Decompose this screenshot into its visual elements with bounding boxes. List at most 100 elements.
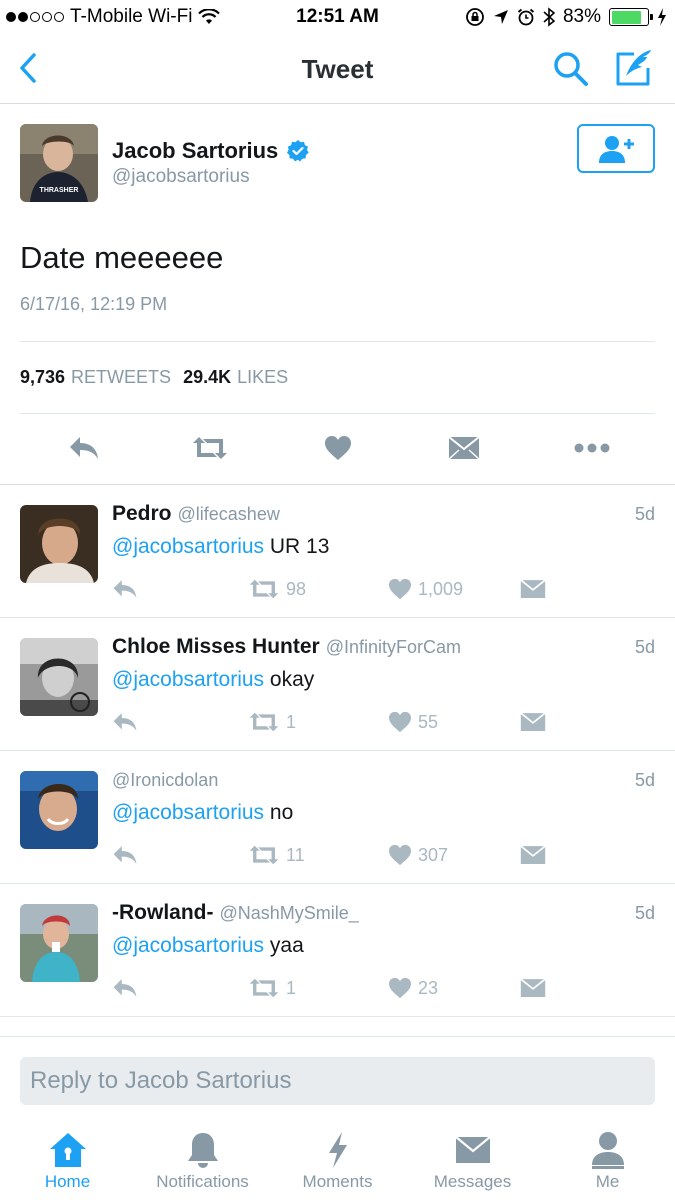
direct-message-button[interactable] xyxy=(520,974,546,1002)
lightning-icon xyxy=(328,1132,347,1168)
retweet-icon xyxy=(249,845,279,865)
avatar[interactable] xyxy=(20,505,98,583)
retweet-count: 1 xyxy=(286,977,297,998)
reply-author-name[interactable]: Pedro xyxy=(112,502,172,525)
direct-message-button[interactable] xyxy=(444,430,484,466)
reply-tweet[interactable]: Pedro @lifecashew 5d @jacobsartorius UR 13 9… xyxy=(0,485,675,618)
like-icon xyxy=(389,578,411,600)
verified-badge-icon xyxy=(287,140,309,162)
svg-text:THRASHER: THRASHER xyxy=(40,187,79,194)
reply-button[interactable] xyxy=(112,841,138,869)
battery-fill xyxy=(611,10,641,24)
retweet-count: 11 xyxy=(286,844,305,865)
tab-moments[interactable]: Moments xyxy=(270,1130,405,1198)
retweet-button[interactable]: 98 xyxy=(248,575,306,603)
retweets-stat[interactable]: 9,736 RETWEETS xyxy=(20,367,171,388)
mention-link[interactable]: @jacobsartorius xyxy=(112,535,264,558)
rotation-lock-icon xyxy=(466,8,484,26)
location-icon xyxy=(493,10,508,24)
home-icon xyxy=(49,1133,86,1167)
mention-link[interactable]: @jacobsartorius xyxy=(112,934,264,957)
reply-author-handle[interactable]: @NashMySmile_ xyxy=(219,903,358,923)
reply-age: 5d xyxy=(634,770,655,790)
mention-link[interactable]: @jacobsartorius xyxy=(112,801,264,824)
reply-author-name[interactable]: Chloe Misses Hunter xyxy=(112,635,320,658)
tab-messages[interactable]: Messages xyxy=(405,1130,540,1198)
divider xyxy=(20,341,655,342)
tab-bar: Home Notifications Moments Messages Me xyxy=(0,1120,675,1200)
like-icon xyxy=(389,844,411,866)
divider xyxy=(20,413,655,414)
like-count: 23 xyxy=(418,977,439,998)
direct-message-button[interactable] xyxy=(520,708,546,736)
reply-tweet[interactable]: -Rowland- @NashMySmile_ 5d @jacobsartorius … xyxy=(0,884,675,1017)
bell-icon xyxy=(187,1133,218,1168)
reply-icon xyxy=(70,437,98,459)
like-count: 307 xyxy=(418,844,449,865)
reply-icon xyxy=(113,713,137,731)
avatar[interactable] xyxy=(20,638,98,716)
tab-label: Messages xyxy=(433,1172,512,1191)
mention-link[interactable]: @jacobsartorius xyxy=(112,668,264,691)
like-count: 1,009 xyxy=(418,578,464,599)
envelope-icon xyxy=(454,1136,491,1163)
compose-icon[interactable] xyxy=(612,48,654,88)
avatar[interactable] xyxy=(20,904,98,982)
retweet-icon xyxy=(249,712,279,732)
direct-message-icon xyxy=(520,579,546,598)
reply-text: @jacobsartorius yaa xyxy=(112,934,304,958)
reply-button[interactable] xyxy=(112,708,138,736)
like-button[interactable]: 55 xyxy=(388,708,438,736)
reply-icon xyxy=(113,846,137,864)
tweet-text: Date meeeeee xyxy=(20,240,224,275)
more-button[interactable] xyxy=(572,430,612,466)
reply-text-content: okay xyxy=(269,668,315,691)
like-button[interactable]: 23 xyxy=(388,974,438,1002)
author-handle[interactable]: @jacobsartorius xyxy=(112,166,250,188)
avatar[interactable] xyxy=(20,771,98,849)
like-icon xyxy=(389,711,411,733)
direct-message-button[interactable] xyxy=(520,575,546,603)
reply-input[interactable] xyxy=(20,1057,655,1105)
direct-message-icon xyxy=(520,712,546,731)
reply-text: @jacobsartorius UR 13 xyxy=(112,535,329,559)
tab-notifications[interactable]: Notifications xyxy=(135,1130,270,1198)
reply-header: Chloe Misses Hunter @InfinityForCam xyxy=(112,635,461,659)
retweet-button[interactable]: 11 xyxy=(248,841,305,869)
retweets-label: RETWEETS xyxy=(71,367,172,387)
tab-me[interactable]: Me xyxy=(540,1130,675,1198)
retweet-button[interactable]: 1 xyxy=(248,974,296,1002)
reply-author-handle[interactable]: @Ironicdolan xyxy=(112,770,218,790)
author-name[interactable]: Jacob Sartorius xyxy=(112,138,310,164)
reply-tweet[interactable]: Chloe Misses Hunter @InfinityForCam 5d @jac… xyxy=(0,618,675,751)
reply-tweet[interactable]: @Ironicdolan 5d @jacobsartorius no 11 307 xyxy=(0,751,675,884)
tab-home[interactable]: Home xyxy=(0,1130,135,1198)
retweet-button[interactable] xyxy=(190,430,230,466)
search-icon[interactable] xyxy=(552,50,590,88)
direct-message-icon xyxy=(448,436,480,460)
like-button[interactable]: 307 xyxy=(388,841,448,869)
reply-button[interactable] xyxy=(112,575,138,603)
likes-stat[interactable]: 29.4K LIKES xyxy=(183,367,288,388)
reply-icon xyxy=(113,580,137,598)
tab-label: Notifications xyxy=(156,1172,249,1191)
likes-label: LIKES xyxy=(237,367,289,387)
tab-label: Me xyxy=(595,1172,620,1191)
retweet-icon xyxy=(249,579,279,599)
avatar[interactable]: THRASHER xyxy=(20,124,98,202)
like-button[interactable] xyxy=(318,430,358,466)
reply-button[interactable] xyxy=(112,974,138,1002)
bluetooth-icon xyxy=(543,7,555,27)
tweet-actions xyxy=(0,430,675,466)
reply-author-handle[interactable]: @lifecashew xyxy=(178,504,280,524)
reply-author-handle[interactable]: @InfinityForCam xyxy=(326,637,461,657)
reply-button[interactable] xyxy=(64,430,104,466)
like-button[interactable]: 1,009 xyxy=(388,575,463,603)
charging-icon xyxy=(658,8,666,26)
retweet-count: 98 xyxy=(286,578,307,599)
reply-author-name[interactable]: -Rowland- xyxy=(112,901,213,924)
direct-message-button[interactable] xyxy=(520,841,546,869)
follow-button[interactable] xyxy=(577,124,655,173)
retweet-button[interactable]: 1 xyxy=(248,708,296,736)
status-bar: T-Mobile Wi-Fi 12:51 AM 83% xyxy=(0,0,675,36)
